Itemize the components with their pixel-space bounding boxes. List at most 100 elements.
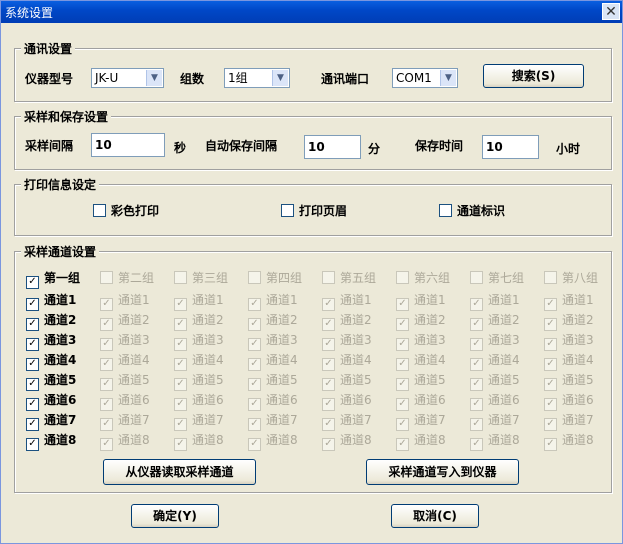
checkbox-box: ✓ (396, 358, 409, 371)
channel-label: 通道4 (192, 353, 224, 367)
groups-value: 1组 (228, 71, 248, 85)
checkbox-box: ✓ (470, 378, 483, 391)
groups-select[interactable]: 1组 ▼ (224, 68, 290, 88)
channel-label: 通道8 (340, 433, 372, 447)
group-1-channel-3-checkbox[interactable]: ✓ 通道3 (26, 333, 77, 351)
channel-label: 通道8 (488, 433, 520, 447)
checkbox-box: ✓ (396, 298, 409, 311)
model-select[interactable]: JK-U ▼ (91, 68, 164, 88)
channel-label: 通道1 (44, 293, 77, 307)
channel-label: 通道3 (192, 333, 224, 347)
group-1-channel-5-checkbox[interactable]: ✓ 通道5 (26, 373, 76, 391)
group-3-channel-5-checkbox: ✓ 通道5 (174, 373, 224, 391)
channel-label: 通道3 (44, 333, 77, 347)
group-2-channel-3-checkbox: ✓ 通道3 (100, 333, 150, 351)
channel-label: 通道6 (266, 393, 298, 407)
checkbox-box: ✓ (544, 358, 557, 371)
group-3-channel-3-checkbox: ✓ 通道3 (174, 333, 224, 351)
save-time-input[interactable]: 10 (482, 135, 539, 159)
sampling-interval-input[interactable]: 10 (91, 133, 165, 157)
channel-label: 通道7 (562, 413, 594, 427)
checkbox-box: ✓ (248, 418, 261, 431)
group-6-channel-6-checkbox: ✓ 通道6 (396, 393, 446, 411)
checkbox-box: ✓ (26, 358, 39, 371)
channel-label: 通道8 (266, 433, 298, 447)
group-1-channel-4-checkbox[interactable]: ✓ 通道4 (26, 353, 77, 371)
channel-label: 通道6 (340, 393, 372, 407)
group-1-channel-7-checkbox[interactable]: ✓ 通道7 (26, 413, 76, 431)
chevron-down-icon: ▼ (146, 70, 162, 86)
ok-button[interactable]: 确定(Y) (131, 504, 219, 528)
model-value: JK-U (95, 71, 119, 85)
print-settings-title: 打印信息设定 (21, 176, 100, 193)
group-6-channel-5-checkbox: ✓ 通道5 (396, 373, 446, 391)
port-value: COM1 (396, 71, 432, 85)
checkbox-box: ✓ (248, 378, 261, 391)
group-1-channel-8-checkbox[interactable]: ✓ 通道8 (26, 433, 76, 451)
color-print-label: 彩色打印 (111, 204, 160, 218)
checkbox-box: ✓ (396, 378, 409, 391)
checkbox-box: ✓ (248, 358, 261, 371)
checkbox-box (100, 271, 113, 284)
channel-label: 通道6 (192, 393, 224, 407)
group-7-channel-7-checkbox: ✓ 通道7 (470, 413, 520, 431)
group-5-channel-2-checkbox: ✓ 通道2 (322, 313, 372, 331)
channel-label: 通道2 (414, 313, 446, 327)
checkbox-box: ✓ (26, 318, 39, 331)
group-3-channel-7-checkbox: ✓ 通道7 (174, 413, 224, 431)
channel-label: 通道1 (340, 293, 372, 307)
checkbox-box: ✓ (174, 358, 187, 371)
group-4-channel-2-checkbox: ✓ 通道2 (248, 313, 298, 331)
color-print-checkbox[interactable]: 彩色打印 (93, 204, 159, 220)
close-button[interactable]: ✕ (602, 3, 620, 20)
channel-label: 通道5 (118, 373, 150, 387)
channel-mark-checkbox[interactable]: 通道标识 (439, 204, 505, 220)
port-select[interactable]: COM1 ▼ (392, 68, 458, 88)
checkbox-box: ✓ (396, 318, 409, 331)
group-5-channel-7-checkbox: ✓ 通道7 (322, 413, 372, 431)
save-time-label: 保存时间 (415, 139, 464, 153)
group-4-channel-5-checkbox: ✓ 通道5 (248, 373, 298, 391)
group-2-checkbox: 第二组 (100, 271, 154, 287)
group-1-channel-6-checkbox[interactable]: ✓ 通道6 (26, 393, 76, 411)
checkbox-box: ✓ (544, 438, 557, 451)
channel-label: 通道6 (488, 393, 520, 407)
group-1-channel-1-checkbox[interactable]: ✓ 通道1 (26, 293, 77, 311)
read-channels-button[interactable]: 从仪器读取采样通道 (103, 459, 256, 485)
search-button[interactable]: 搜索(S) (483, 64, 584, 88)
channel-settings-title: 采样通道设置 (21, 243, 100, 260)
channel-label: 通道1 (266, 293, 298, 307)
write-channels-button[interactable]: 采样通道写入到仪器 (366, 459, 519, 485)
checkbox-box: ✓ (396, 418, 409, 431)
checkbox-box: ✓ (248, 298, 261, 311)
cancel-button[interactable]: 取消(C) (391, 504, 479, 528)
autosave-interval-label: 自动保存间隔 (205, 139, 278, 153)
channel-label: 通道3 (118, 333, 150, 347)
checkbox-box: ✓ (26, 338, 39, 351)
sampling-interval-unit: 秒 (174, 141, 187, 155)
group-1-checkbox[interactable]: ✓ 第一组 (26, 271, 80, 289)
group-5-channel-1-checkbox: ✓ 通道1 (322, 293, 372, 311)
checkbox-box (439, 204, 452, 217)
group-7-channel-6-checkbox: ✓ 通道6 (470, 393, 520, 411)
channel-label: 通道4 (44, 353, 77, 367)
group-7-label: 第七组 (488, 271, 525, 285)
group-7-checkbox: 第七组 (470, 271, 524, 287)
channel-label: 通道4 (562, 353, 594, 367)
channel-label: 通道2 (44, 313, 77, 327)
group-4-channel-4-checkbox: ✓ 通道4 (248, 353, 298, 371)
group-6-channel-2-checkbox: ✓ 通道2 (396, 313, 446, 331)
print-header-checkbox[interactable]: 打印页眉 (281, 204, 347, 220)
checkbox-box: ✓ (322, 338, 335, 351)
group-1-channel-2-checkbox[interactable]: ✓ 通道2 (26, 313, 77, 331)
group-5-channel-4-checkbox: ✓ 通道4 (322, 353, 372, 371)
groups-label: 组数 (180, 72, 205, 86)
group-4-channel-1-checkbox: ✓ 通道1 (248, 293, 298, 311)
group-8-channel-8-checkbox: ✓ 通道8 (544, 433, 594, 451)
channel-label: 通道2 (562, 313, 594, 327)
channel-label: 通道8 (118, 433, 150, 447)
checkbox-box: ✓ (26, 276, 39, 289)
checkbox-box: ✓ (470, 398, 483, 411)
autosave-interval-input[interactable]: 10 (304, 135, 361, 159)
group-6-checkbox: 第六组 (396, 271, 450, 287)
